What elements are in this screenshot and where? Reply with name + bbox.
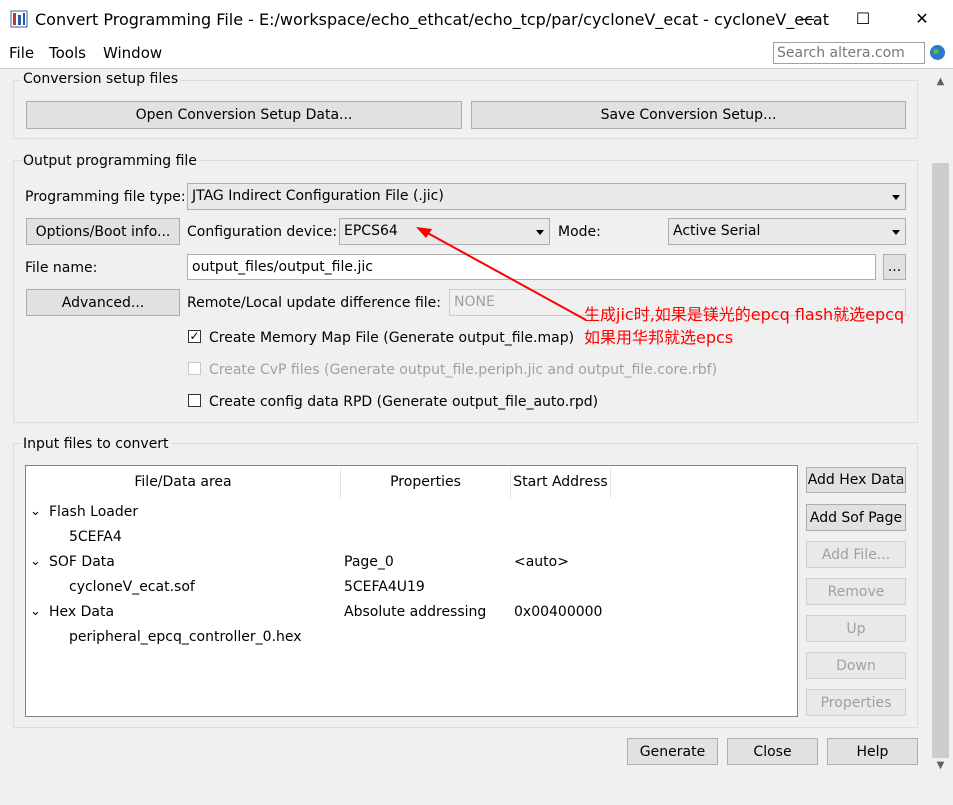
annotation-arrow <box>416 227 587 321</box>
annotation-line-1: 生成jic时,如果是镁光的epcq flash就选epcq <box>584 305 905 324</box>
annotation-line-2: 如果用华邦就选epcs <box>584 328 734 347</box>
